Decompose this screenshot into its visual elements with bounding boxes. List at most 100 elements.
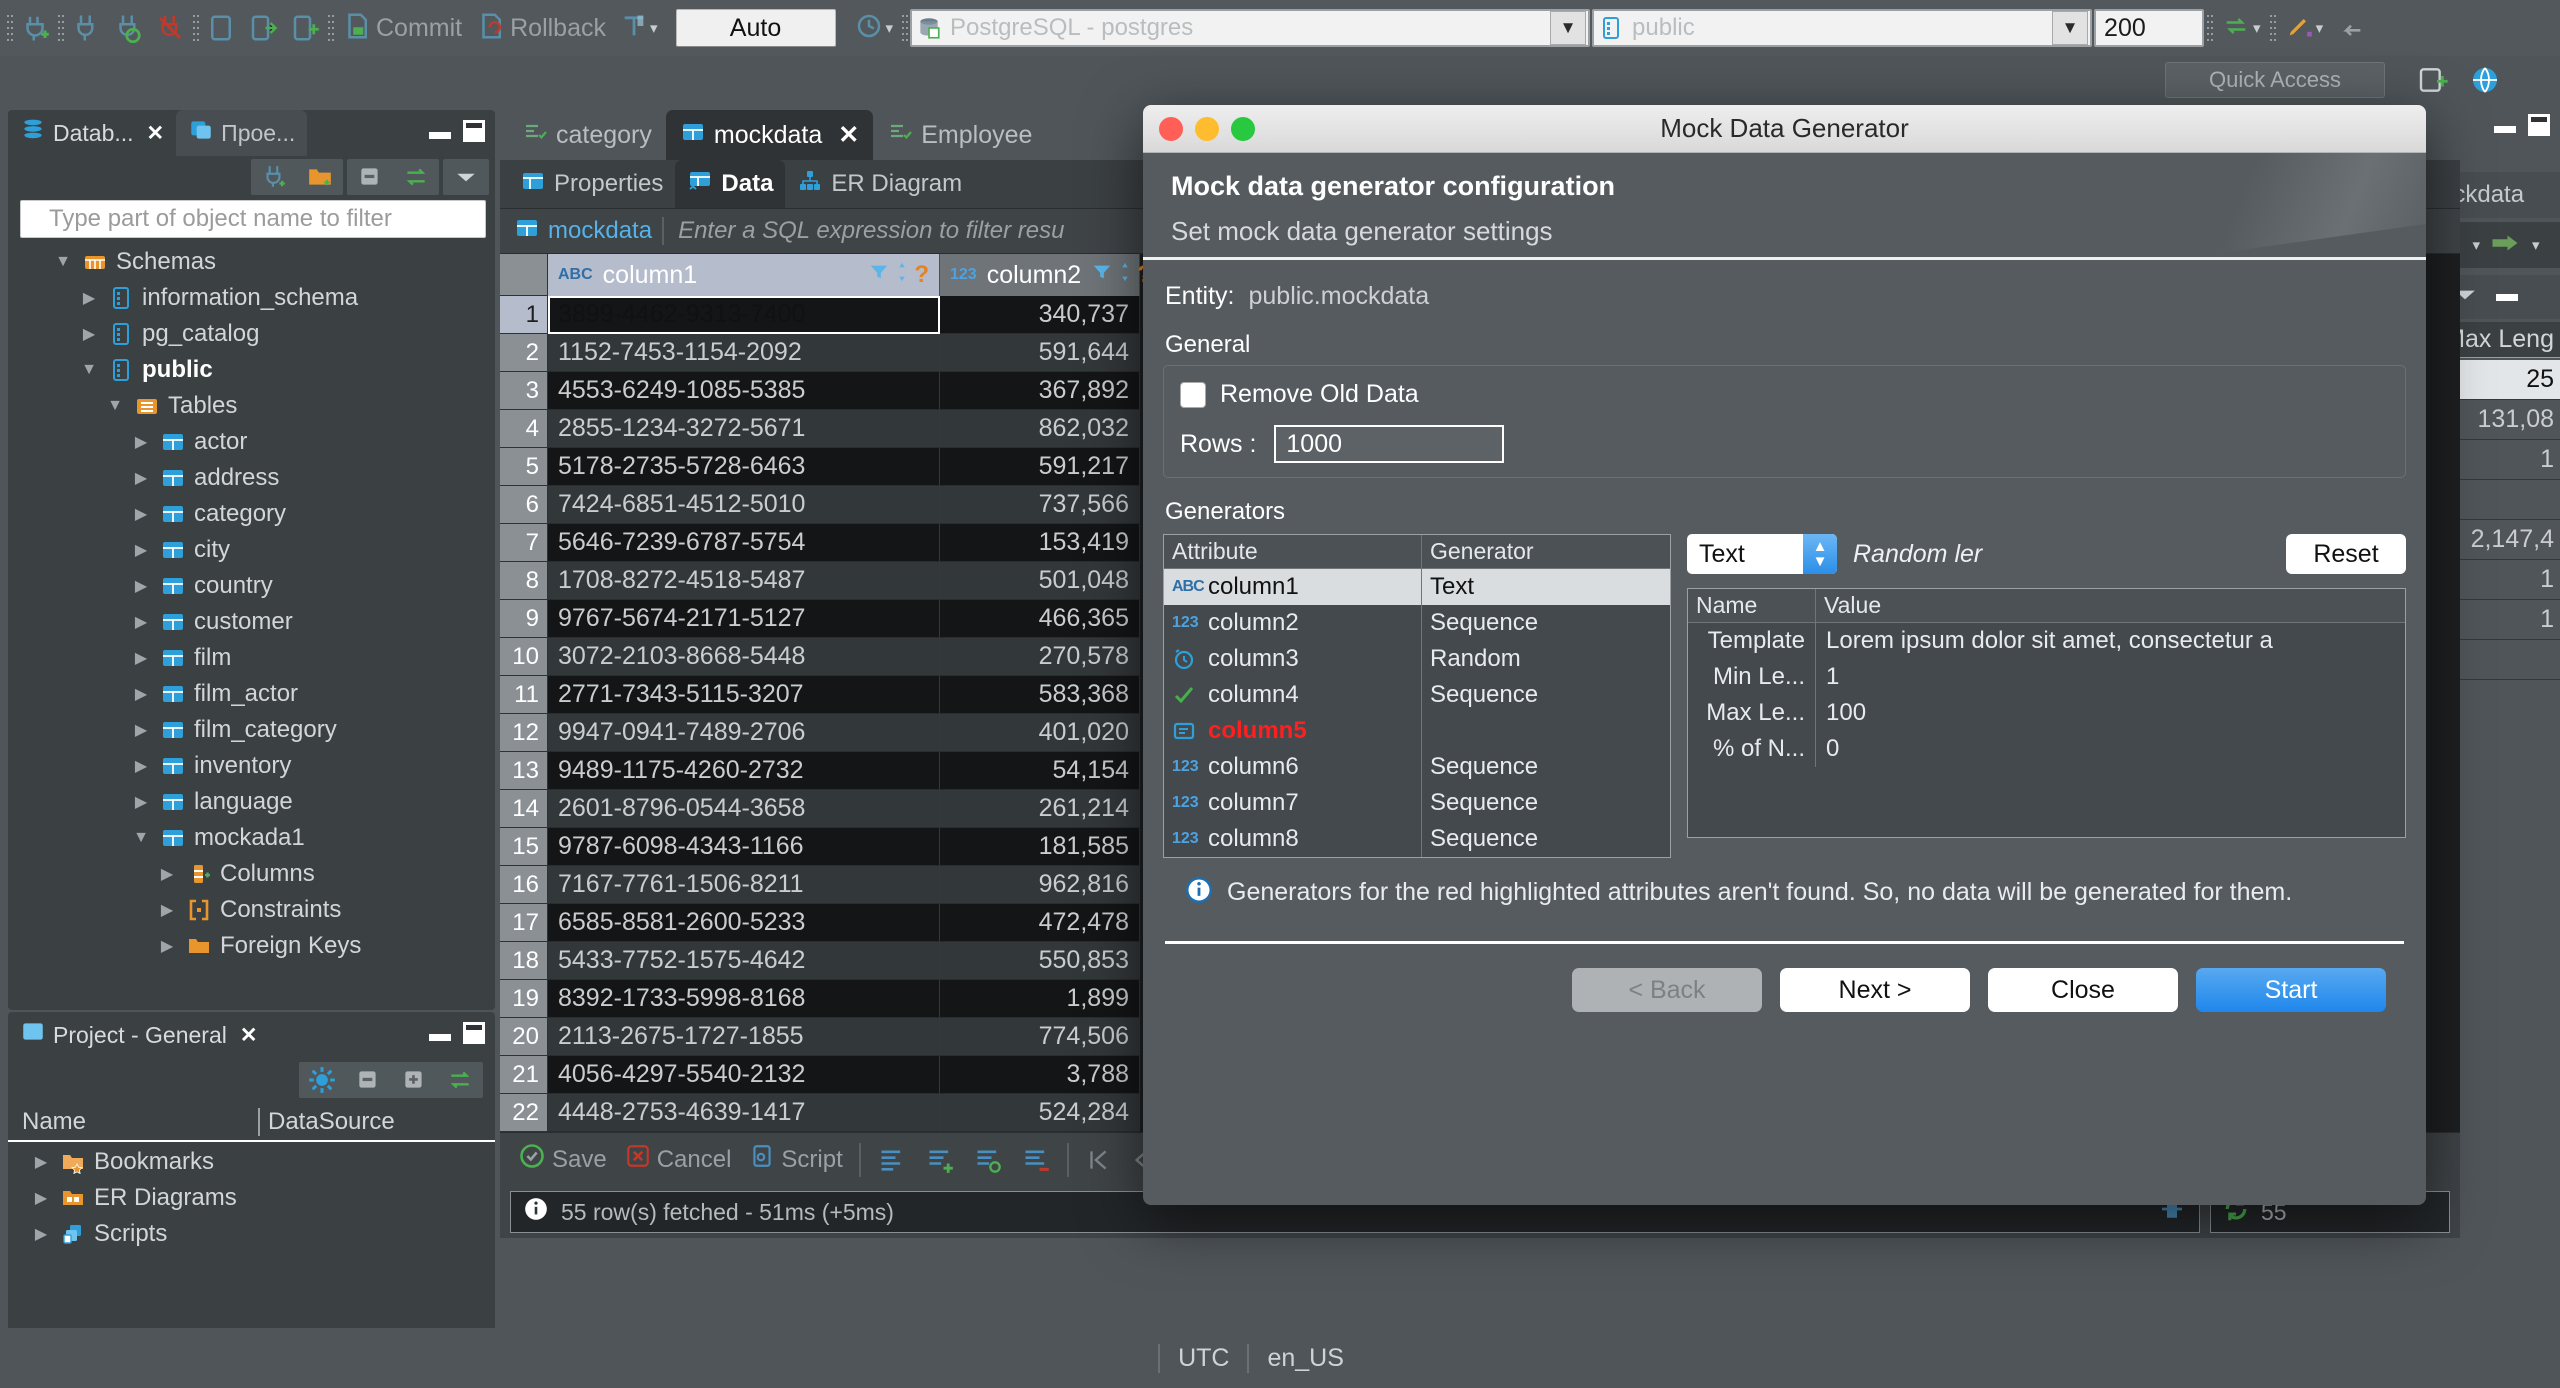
grid-row-number[interactable]: 3 bbox=[500, 372, 548, 410]
property-value[interactable]: 100 bbox=[1816, 699, 2405, 727]
attribute-row-column6[interactable]: 123 column6 Sequence bbox=[1164, 749, 1670, 785]
script-button[interactable]: Script bbox=[741, 1142, 850, 1177]
property-row[interactable]: Template Lorem ipsum dolor sit amet, cons… bbox=[1688, 623, 2405, 659]
tree-node-inventory[interactable]: ▶ inventory bbox=[8, 748, 495, 784]
undo-icon[interactable] bbox=[2331, 7, 2371, 49]
editor-subtab-data[interactable]: Data bbox=[675, 160, 786, 208]
schema-select[interactable]: public ▼ bbox=[1592, 9, 2093, 47]
toolbar-grip-2[interactable] bbox=[57, 13, 64, 43]
connect-icon[interactable] bbox=[66, 7, 106, 49]
transaction-log-button[interactable]: ▾ bbox=[848, 7, 900, 49]
duplicate-row-button[interactable] bbox=[965, 1146, 1011, 1174]
database-perspective-icon[interactable] bbox=[2468, 64, 2502, 96]
property-value[interactable]: 0 bbox=[1816, 735, 2405, 763]
grid-row-number[interactable]: 22 bbox=[500, 1094, 548, 1132]
toolbar-grip-3[interactable] bbox=[192, 13, 199, 43]
grid-cell-column2[interactable]: 466,365 bbox=[940, 600, 1140, 638]
twisty-right-icon[interactable]: ▶ bbox=[130, 576, 152, 596]
grid-row-number[interactable]: 1 bbox=[500, 296, 548, 334]
grid-cell-column2[interactable]: 524,284 bbox=[940, 1094, 1140, 1132]
twisty-right-icon[interactable]: ▶ bbox=[30, 1224, 52, 1244]
twisty-right-icon[interactable]: ▶ bbox=[156, 864, 178, 884]
generator-cell[interactable]: Sequence bbox=[1422, 605, 1670, 641]
generator-cell[interactable] bbox=[1422, 713, 1670, 749]
attribute-row-column8[interactable]: 123 column8 Sequence bbox=[1164, 821, 1670, 857]
next-button[interactable]: Next > bbox=[1780, 968, 1970, 1012]
new-connection-icon[interactable] bbox=[15, 7, 55, 49]
property-row[interactable]: % of N... 0 bbox=[1688, 731, 2405, 767]
tab-project-general[interactable]: Project - General ✕ bbox=[8, 1012, 270, 1058]
attribute-row-column1[interactable]: ABC column1 Text bbox=[1164, 569, 1670, 605]
attribute-row-column5[interactable]: column5 bbox=[1164, 713, 1670, 749]
twisty-down-icon[interactable]: ▼ bbox=[104, 397, 126, 415]
remove-old-data-checkbox[interactable] bbox=[1180, 381, 1206, 408]
open-sql-script-icon[interactable] bbox=[243, 7, 283, 49]
remove-old-data-row[interactable]: Remove Old Data bbox=[1180, 380, 2389, 409]
tree-node-film[interactable]: ▶ film bbox=[8, 640, 495, 676]
sync-button[interactable]: ▾ bbox=[2215, 7, 2267, 49]
quick-access-input[interactable]: Quick Access bbox=[2165, 62, 2385, 98]
grid-cell-column2[interactable]: 153,419 bbox=[940, 524, 1140, 562]
grid-cell-column1[interactable]: 7167-7761-1506-8211 bbox=[548, 866, 940, 904]
project-item-bookmarks[interactable]: ▶ Bookmarks bbox=[8, 1144, 495, 1180]
grid-row-number[interactable]: 10 bbox=[500, 638, 548, 676]
link-editor-icon[interactable] bbox=[393, 159, 439, 195]
connection-dropdown-arrow[interactable]: ▼ bbox=[1550, 11, 1587, 45]
schema-dropdown-arrow[interactable]: ▼ bbox=[2052, 11, 2089, 45]
grid-cell-column1[interactable]: 5178-2735-5728-6463 bbox=[548, 448, 940, 486]
twisty-right-icon[interactable]: ▶ bbox=[130, 792, 152, 812]
grid-cell-column2[interactable]: 962,816 bbox=[940, 866, 1140, 904]
minimize-icon[interactable] bbox=[429, 132, 451, 139]
tab-projects[interactable]: Прое... bbox=[176, 110, 308, 156]
grid-cell-column1[interactable]: 2771-7343-5115-3207 bbox=[548, 676, 940, 714]
grid-row-number[interactable]: 16 bbox=[500, 866, 548, 904]
twisty-right-icon[interactable]: ▶ bbox=[130, 720, 152, 740]
help-icon-col1[interactable]: ? bbox=[914, 261, 929, 289]
grid-cell-column1[interactable]: 9767-5674-2171-5127 bbox=[548, 600, 940, 638]
grid-cell-column1[interactable]: 2855-1234-3272-5671 bbox=[548, 410, 940, 448]
project-item-scripts[interactable]: ▶ Scripts bbox=[8, 1216, 495, 1252]
grid-cell-column1[interactable]: 8392-1733-5998-8168 bbox=[548, 980, 940, 1018]
twisty-right-icon[interactable]: ▶ bbox=[130, 756, 152, 776]
grid-row-number[interactable]: 4 bbox=[500, 410, 548, 448]
property-value[interactable]: Lorem ipsum dolor sit amet, consectetur … bbox=[1816, 627, 2405, 655]
chevron-down-icon-nav1[interactable]: ▾ bbox=[2472, 236, 2480, 254]
grid-cell-column2[interactable]: 591,217 bbox=[940, 448, 1140, 486]
editor-tab-mockdata[interactable]: mockdata ✕ bbox=[665, 110, 874, 160]
generator-cell[interactable]: Random bbox=[1422, 641, 1670, 677]
grid-cell-column2[interactable]: 261,214 bbox=[940, 790, 1140, 828]
grid-row-number[interactable]: 7 bbox=[500, 524, 548, 562]
twisty-right-icon[interactable]: ▶ bbox=[78, 324, 100, 344]
twisty-right-icon[interactable]: ▶ bbox=[130, 432, 152, 452]
grid-row-number[interactable]: 21 bbox=[500, 1056, 548, 1094]
filter-icon-col2[interactable] bbox=[1091, 261, 1113, 290]
toolbar-grip-4[interactable] bbox=[327, 13, 334, 43]
tree-node-constraints[interactable]: ▶ Constraints bbox=[8, 892, 495, 928]
grid-cell-column2[interactable]: 550,853 bbox=[940, 942, 1140, 980]
twisty-down-icon[interactable]: ▼ bbox=[130, 829, 152, 847]
disconnect-icon[interactable] bbox=[150, 7, 190, 49]
chevron-down-icon-4[interactable]: ▾ bbox=[2316, 19, 2324, 37]
close-button[interactable]: Close bbox=[1988, 968, 2178, 1012]
grid-cell-column1[interactable]: 9489-1175-4260-2732 bbox=[548, 752, 940, 790]
rollback-button[interactable]: Rollback bbox=[470, 7, 612, 49]
grid-cell-column2[interactable]: 774,506 bbox=[940, 1018, 1140, 1056]
grid-row-number[interactable]: 6 bbox=[500, 486, 548, 524]
sql-editor-icon[interactable] bbox=[201, 7, 241, 49]
save-button[interactable]: Save bbox=[510, 1142, 615, 1177]
tree-node-language[interactable]: ▶ language bbox=[8, 784, 495, 820]
expand-all-icon-project[interactable] bbox=[391, 1062, 437, 1098]
back-button[interactable]: < Back bbox=[1572, 968, 1762, 1012]
tree-node-mockada1[interactable]: ▼ mockada1 bbox=[8, 820, 495, 856]
tab-database-navigator[interactable]: Datab... ✕ bbox=[8, 110, 177, 156]
grid-cell-column2[interactable]: 340,737 bbox=[940, 296, 1140, 334]
project-item-er-diagrams[interactable]: ▶ ER Diagrams bbox=[8, 1180, 495, 1216]
twisty-right-icon[interactable]: ▶ bbox=[130, 504, 152, 524]
grid-cell-column2[interactable]: 737,566 bbox=[940, 486, 1140, 524]
grid-cell-column2[interactable]: 181,585 bbox=[940, 828, 1140, 866]
delete-row-button[interactable] bbox=[1013, 1146, 1059, 1174]
refresh-connection-icon[interactable] bbox=[108, 7, 148, 49]
fetch-size-input[interactable]: 200 bbox=[2094, 9, 2205, 47]
twisty-right-icon[interactable]: ▶ bbox=[130, 612, 152, 632]
editor-tab-category[interactable]: category bbox=[508, 110, 666, 160]
